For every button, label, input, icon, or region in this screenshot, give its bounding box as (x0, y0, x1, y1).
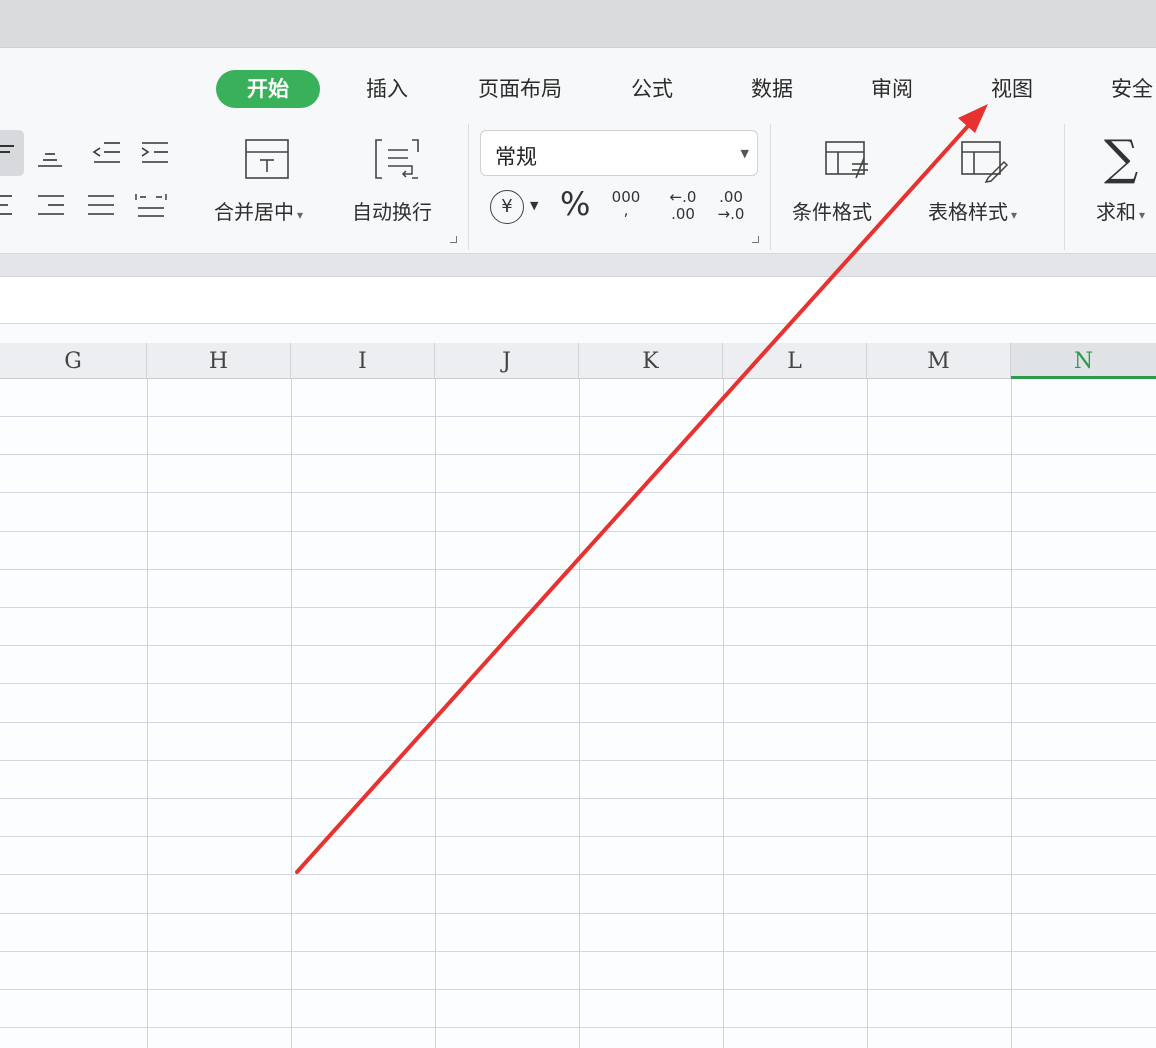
chevron-down-icon[interactable]: ▼ (530, 200, 538, 211)
row-gridline (0, 798, 1156, 799)
merge-center-label: 合并居中 (214, 200, 294, 224)
title-bar (0, 0, 1156, 48)
wrap-text-label: 自动换行 (352, 200, 432, 224)
column-header-j[interactable]: J (435, 343, 579, 379)
row-gridline (0, 531, 1156, 532)
decrease-indent-icon[interactable] (92, 140, 122, 166)
row-gridline (0, 913, 1156, 914)
table-style-button[interactable]: 表格样式 ▾ (928, 196, 1017, 225)
decrease-decimal-icon[interactable]: .00 →.0 (714, 190, 748, 222)
column-gridline (867, 379, 868, 1048)
chevron-down-icon: ▾ (1139, 208, 1146, 222)
conditional-format-icon[interactable] (822, 138, 874, 184)
table-style-icon[interactable] (958, 138, 1010, 184)
row-gridline (0, 760, 1156, 761)
tab-review[interactable]: 审阅 (862, 70, 922, 108)
row-gridline (0, 951, 1156, 952)
tab-formulas[interactable]: 公式 (622, 70, 682, 108)
decrease-decimal-bottom: →.0 (717, 205, 745, 223)
column-header-l[interactable]: L (723, 343, 867, 379)
column-gridline (1011, 379, 1012, 1048)
column-header-m[interactable]: M (867, 343, 1011, 379)
number-format-select[interactable]: 常规 ▼ (480, 130, 758, 176)
column-header-k[interactable]: K (579, 343, 723, 379)
sum-icon[interactable]: ∑ (1104, 134, 1138, 182)
column-header-i[interactable]: I (291, 343, 435, 379)
distributed-align-icon[interactable] (134, 190, 168, 220)
ribbon-separator (770, 124, 771, 250)
alignment-dialog-launcher-icon[interactable] (450, 236, 457, 243)
align-left-icon[interactable] (0, 192, 16, 220)
chevron-down-icon: ▾ (1011, 208, 1018, 222)
conditional-format-label: 条件格式 (792, 200, 872, 224)
column-header-g[interactable]: G (0, 343, 147, 379)
conditional-format-button[interactable]: 条件格式 (792, 196, 872, 225)
row-gridline (0, 989, 1156, 990)
merge-center-button[interactable]: 合并居中 ▾ (214, 196, 303, 225)
tab-data[interactable]: 数据 (742, 70, 802, 108)
increase-decimal-top: ←.0 (669, 188, 697, 206)
currency-icon[interactable]: ¥ (490, 190, 524, 224)
ribbon-separator (468, 124, 469, 250)
tab-home[interactable]: 开始 (216, 70, 320, 108)
formula-bar[interactable] (0, 277, 1156, 324)
decrease-decimal-top: .00 (719, 188, 743, 206)
column-gridline (723, 379, 724, 1048)
tab-page-layout[interactable]: 页面布局 (470, 70, 570, 108)
sum-button[interactable]: 求和 ▾ (1096, 196, 1145, 225)
align-top-left-icon[interactable] (0, 142, 18, 162)
number-dialog-launcher-icon[interactable] (752, 236, 759, 243)
increase-decimal-icon[interactable]: ←.0 .00 (666, 190, 700, 222)
tab-insert[interactable]: 插入 (356, 70, 418, 108)
row-gridline (0, 416, 1156, 417)
align-right-icon[interactable] (36, 192, 66, 220)
wrap-text-button[interactable]: 自动换行 (352, 196, 432, 225)
row-gridline (0, 569, 1156, 570)
number-format-value: 常规 (495, 145, 537, 169)
tab-security[interactable]: 安全 (1102, 70, 1156, 108)
column-gridline (291, 379, 292, 1048)
row-gridline (0, 722, 1156, 723)
row-gridline (0, 492, 1156, 493)
row-gridline (0, 683, 1156, 684)
increase-indent-icon[interactable] (140, 140, 170, 166)
justify-icon[interactable] (86, 192, 116, 220)
column-header-h[interactable]: H (147, 343, 291, 379)
ribbon-collapse-bar (0, 253, 1156, 277)
increase-decimal-bottom: .00 (671, 205, 695, 223)
chevron-down-icon: ▾ (297, 208, 304, 222)
table-style-label: 表格样式 (928, 200, 1008, 224)
row-gridline (0, 874, 1156, 875)
tab-view[interactable]: 视图 (982, 70, 1042, 108)
wrap-text-icon[interactable] (372, 136, 424, 182)
column-gridline (147, 379, 148, 1048)
row-gridline (0, 1027, 1156, 1028)
currency-symbol: ¥ (501, 196, 513, 217)
align-middle-icon[interactable] (36, 146, 64, 168)
row-gridline (0, 836, 1156, 837)
row-gridline (0, 454, 1156, 455)
column-header-n[interactable]: N (1011, 343, 1156, 379)
column-gridline (435, 379, 436, 1048)
chevron-down-icon: ▼ (740, 147, 749, 160)
ribbon-separator (1064, 124, 1065, 250)
thousands-separator-icon[interactable]: 000 , (610, 190, 642, 218)
column-gridline (579, 379, 580, 1048)
cell-grid[interactable] (0, 379, 1156, 1048)
column-header-row: G H I J K L M N (0, 343, 1156, 379)
percent-icon[interactable]: % (560, 188, 590, 220)
merge-center-icon[interactable] (244, 136, 292, 182)
row-gridline (0, 607, 1156, 608)
sum-label: 求和 (1096, 200, 1136, 224)
row-gridline (0, 645, 1156, 646)
